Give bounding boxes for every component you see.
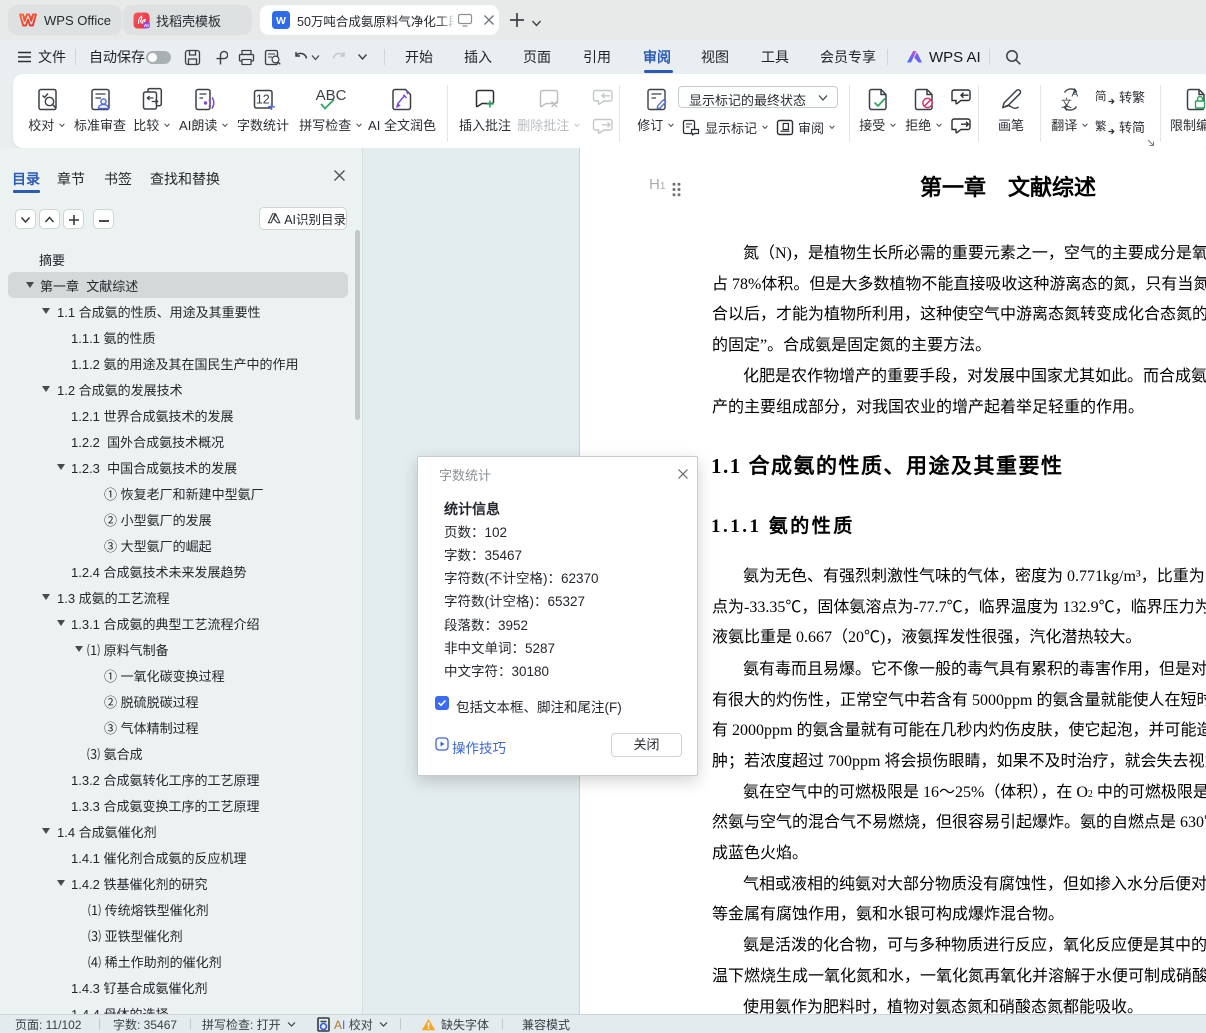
svg-text:文: 文: [1061, 96, 1072, 110]
svg-text:12: 12: [255, 93, 269, 107]
svg-text:W: W: [276, 15, 286, 27]
svg-text:AI: AI: [144, 22, 149, 28]
svg-text:繁: 繁: [1095, 119, 1107, 133]
svg-text:简: 简: [1095, 89, 1107, 103]
